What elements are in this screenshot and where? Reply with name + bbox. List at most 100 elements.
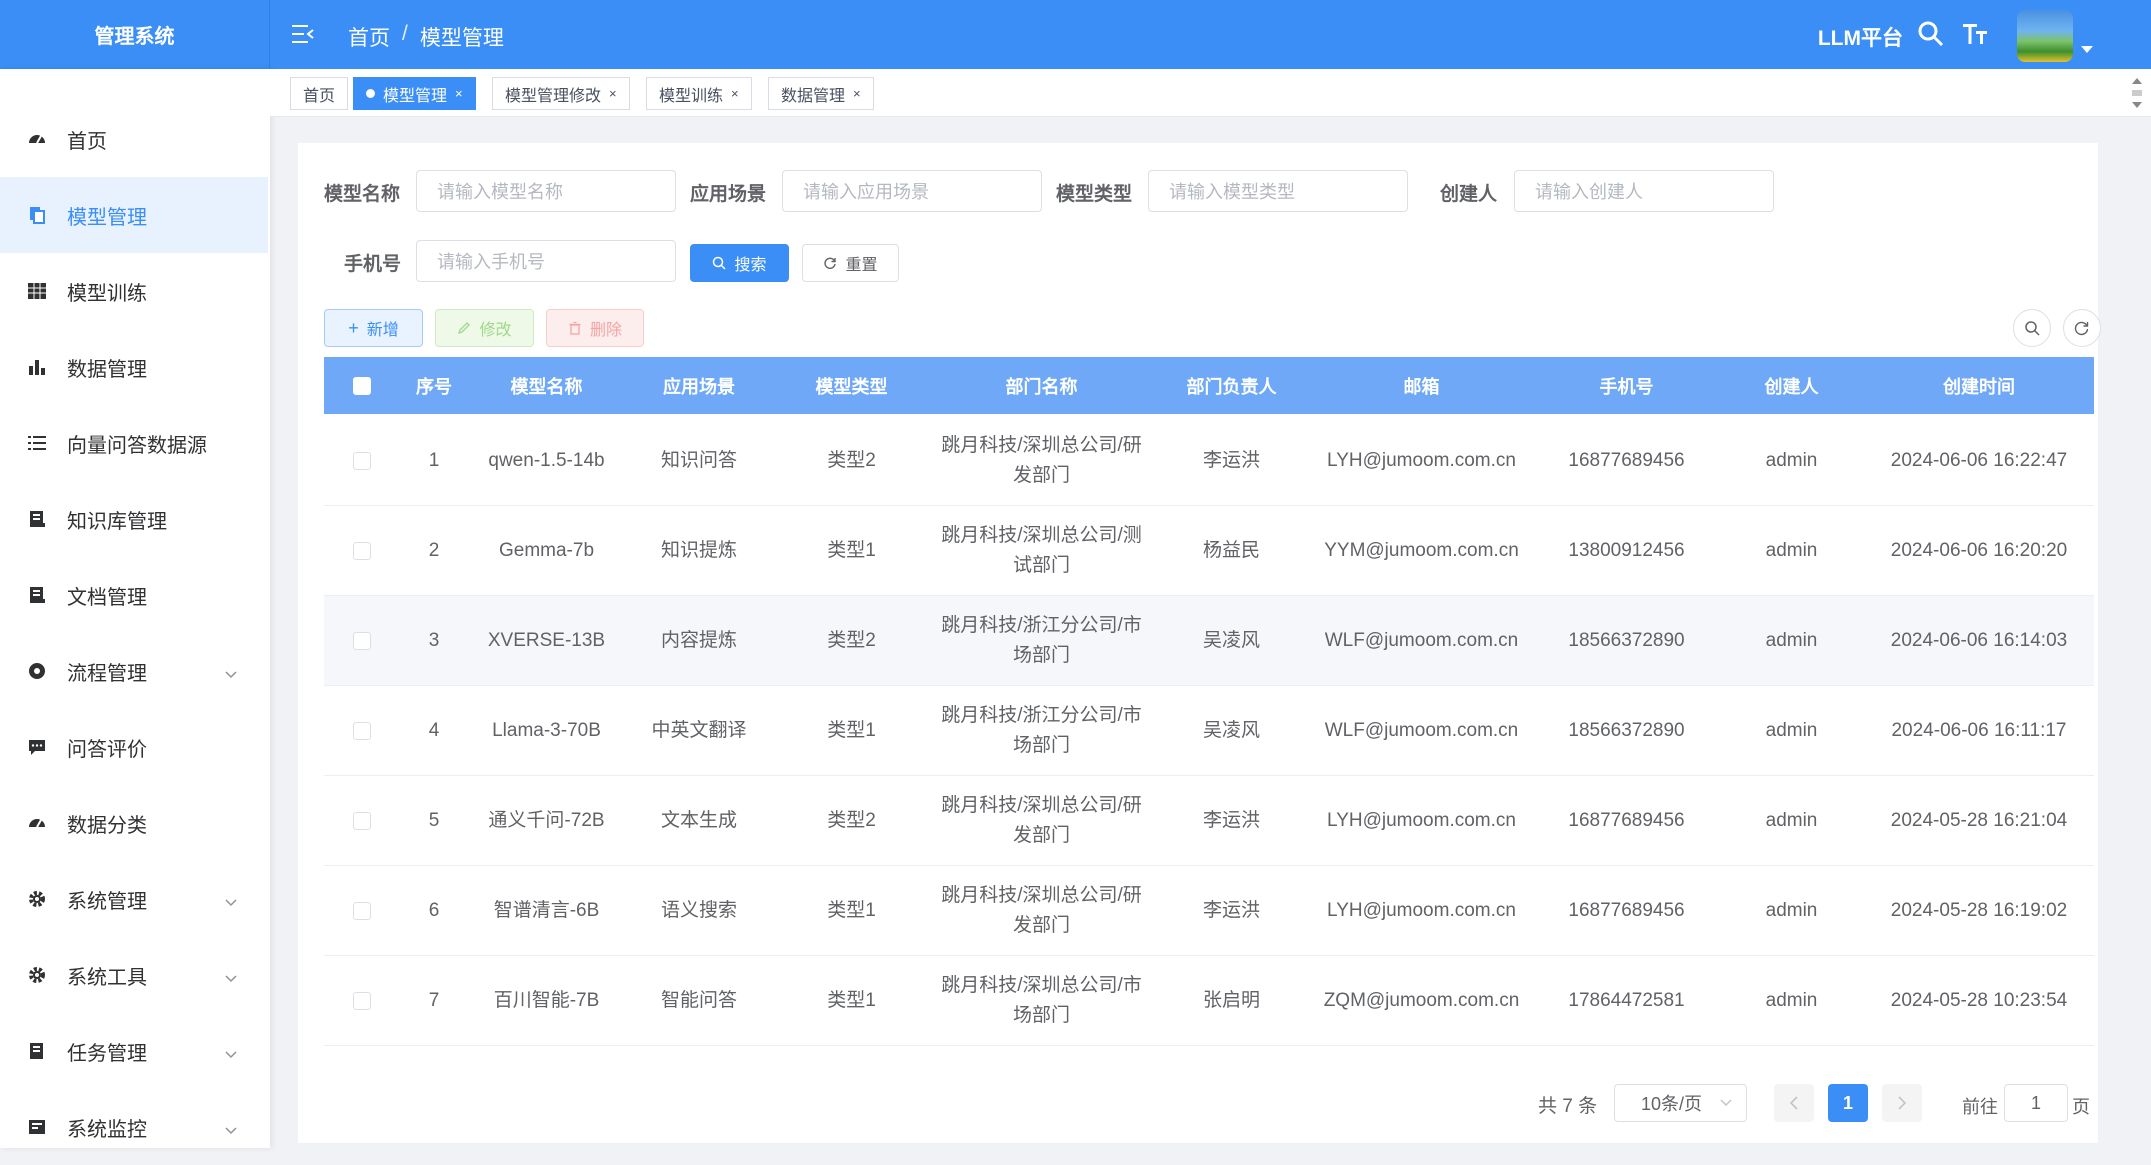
sidebar-item-label: 向量问答数据源 [67, 434, 207, 457]
row-checkbox[interactable] [352, 902, 371, 920]
sidebar-item-label: 首页 [67, 130, 107, 153]
table-row[interactable]: 7 百川智能-7B 智能问答 类型1 跳月科技/深圳总公司/市 场部门 张启明 ZQM@jum… [324, 956, 2094, 1046]
column-header: 创建人 [1764, 376, 1819, 397]
next-page-button[interactable] [1882, 1084, 1922, 1122]
close-icon[interactable]: × [731, 86, 739, 101]
refresh-icon [824, 257, 837, 269]
goto-label: 前往 [1962, 1097, 1998, 1117]
table-row[interactable]: 4 Llama-3-70B 中英文翻译 类型1 跳月科技/浙江分公司/市 场部门 吴凌风 WL… [324, 686, 2094, 776]
refresh-table-button[interactable] [2063, 309, 2101, 347]
row-checkbox[interactable] [352, 452, 371, 470]
sidebar-item-label: 任务管理 [67, 1042, 147, 1065]
table-row[interactable]: 1 qwen-1.5-14b 知识问答 类型2 跳月科技/深圳总公司/研 发部门 李运洪 LY… [324, 416, 2094, 506]
cell-dept-line2: 场部门 [1012, 645, 1070, 666]
search-button[interactable]: 搜索 [690, 244, 789, 282]
table-row[interactable]: 5 通义千问-72B 文本生成 类型2 跳月科技/深圳总公司/研 发部门 李运洪 LYH@ju… [324, 776, 2094, 866]
row-checkbox[interactable] [352, 992, 371, 1010]
sidebar-item[interactable]: 向量问答数据源 [0, 405, 268, 481]
close-icon[interactable]: × [455, 86, 463, 101]
app-title: 管理系统 [0, 0, 270, 69]
phone-input[interactable]: 请输入手机号 [416, 240, 676, 282]
sidebar-item[interactable]: 系统管理 [0, 861, 268, 937]
table-row[interactable]: 6 智谱清言-6B 语义搜索 类型1 跳月科技/深圳总公司/研 发部门 李运洪 LYH@jum… [324, 866, 2094, 956]
sidebar-item[interactable]: 首页 [0, 101, 268, 177]
close-icon[interactable]: × [609, 86, 617, 101]
prev-page-button[interactable] [1774, 1084, 1814, 1122]
creator-input[interactable]: 请输入创建人 [1514, 170, 1774, 212]
sidebar-item[interactable]: 模型管理 [0, 177, 268, 253]
sidebar-item[interactable]: 数据分类 [0, 785, 268, 861]
sidebar-item[interactable]: 系统工具 [0, 937, 268, 1013]
sidebar-item[interactable]: 流程管理 [0, 633, 268, 709]
menu-toggle-icon[interactable] [292, 24, 314, 44]
tag-model-training[interactable]: 模型训练 × [646, 77, 752, 110]
cell-time: 2024-06-06 16:14:03 [1890, 630, 2068, 651]
column-header: 部门名称 [1005, 376, 1078, 397]
cell-phone: 16877689456 [1568, 810, 1685, 831]
scroll-arrows-icon[interactable] [2131, 76, 2143, 110]
sidebar-item[interactable]: 知识库管理 [0, 481, 268, 557]
cell-scene: 文本生成 [660, 810, 737, 831]
table-row[interactable]: 2 Gemma-7b 知识提炼 类型1 跳月科技/深圳总公司/测 试部门 杨益民 YYM@ju… [324, 506, 2094, 596]
model-name-input[interactable]: 请输入模型名称 [416, 170, 676, 212]
add-button[interactable]: + 新增 [324, 309, 423, 347]
cell-no: 4 [428, 720, 440, 741]
column-header: 模型类型 [815, 376, 888, 397]
row-checkbox-cell [324, 956, 399, 1046]
edit-icon [458, 322, 471, 335]
cell-email: LYH@jumoom.com.cn [1327, 450, 1516, 471]
row-checkbox-cell [324, 506, 399, 596]
close-icon[interactable]: × [853, 86, 861, 101]
tag-model-edit[interactable]: 模型管理修改 × [492, 77, 630, 110]
delete-button[interactable]: 删除 [546, 309, 644, 347]
avatar-dropdown-icon[interactable] [2081, 46, 2093, 53]
select-all-checkbox[interactable] [352, 376, 371, 395]
row-checkbox[interactable] [352, 722, 371, 740]
grid-icon [26, 280, 48, 302]
table-row[interactable]: 3 XVERSE-13B 内容提炼 类型2 跳月科技/浙江分公司/市 场部门 吴凌风 WLF@… [324, 596, 2094, 686]
row-checkbox[interactable] [352, 632, 371, 650]
sidebar-item[interactable]: 任务管理 [0, 1013, 268, 1089]
breadcrumb-home[interactable]: 首页 [348, 22, 390, 52]
search-icon[interactable] [1917, 20, 1945, 48]
tag-model-management[interactable]: 模型管理 × [353, 77, 476, 110]
cell-type: 类型2 [827, 810, 876, 831]
cell-creator: admin [1765, 450, 1818, 471]
reset-button[interactable]: 重置 [802, 244, 899, 282]
tag-data-management[interactable]: 数据管理 × [768, 77, 874, 110]
cell-dept: 跳月科技/浙江分公司/市 场部门 [929, 686, 1154, 776]
cell-leader: 李运洪 [1202, 900, 1260, 921]
sidebar-item[interactable]: 问答评价 [0, 709, 268, 785]
cell-dept-line1: 跳月科技/深圳总公司/市 [941, 975, 1142, 996]
column-header: 创建时间 [1943, 376, 2015, 397]
avatar[interactable] [2017, 10, 2073, 62]
toggle-search-button[interactable] [2013, 309, 2051, 347]
sidebar-item[interactable]: 文档管理 [0, 557, 268, 633]
font-size-icon[interactable] [1961, 20, 1989, 48]
edit-button[interactable]: 修改 [435, 309, 534, 347]
column-header: 部门负责人 [1186, 376, 1277, 397]
cell-phone: 17864472581 [1568, 990, 1685, 1011]
filter-label-creator: 创建人 [1440, 184, 1498, 205]
cell-creator: admin [1765, 540, 1818, 561]
model-type-input[interactable]: 请输入模型类型 [1148, 170, 1408, 212]
sidebar-item[interactable]: 数据管理 [0, 329, 268, 405]
scene-input[interactable]: 请输入应用场景 [782, 170, 1042, 212]
sidebar: 首页模型管理 模型训练 数据管理向量问答数据源知识库管理 文档管理 流程管理 问答评价 数据… [0, 69, 270, 1148]
row-checkbox[interactable] [352, 812, 371, 830]
page-number-current[interactable]: 1 [1828, 1084, 1868, 1122]
tag-home[interactable]: 首页 [290, 77, 349, 110]
cell-dept: 跳月科技/深圳总公司/研 发部门 [929, 416, 1154, 506]
cell-phone: 18566372890 [1568, 630, 1685, 651]
platform-label: LLM平台 [1817, 27, 1903, 50]
page-size-select[interactable]: 10条/页 [1614, 1084, 1747, 1122]
cell-no: 5 [428, 810, 440, 831]
cell-dept-line2: 试部门 [1012, 555, 1070, 576]
row-checkbox[interactable] [352, 542, 371, 560]
goto-page-input[interactable]: 1 [2004, 1084, 2068, 1122]
sidebar-item[interactable]: 模型训练 [0, 253, 268, 329]
cell-phone: 18566372890 [1568, 720, 1685, 741]
cell-dept-line2: 场部门 [1012, 1005, 1070, 1026]
sidebar-item[interactable]: 系统监控 [0, 1089, 268, 1165]
cell-dept: 跳月科技/浙江分公司/市 场部门 [929, 596, 1154, 686]
